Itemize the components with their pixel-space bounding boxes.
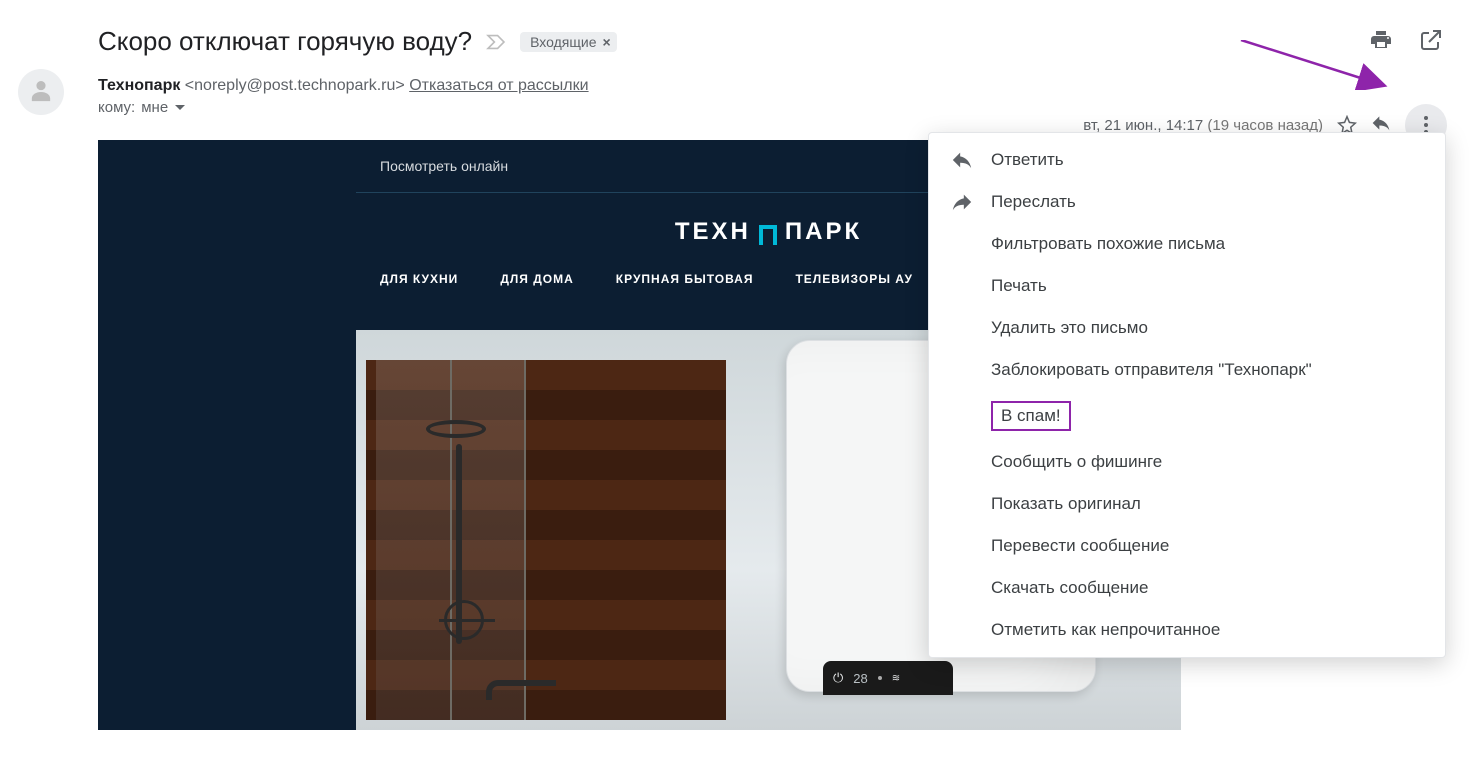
shower-valve-icon <box>444 600 484 640</box>
menu-original[interactable]: . Показать оригинал <box>929 483 1445 525</box>
menu-reply-label: Ответить <box>991 150 1064 170</box>
menu-mark-unread[interactable]: . Отметить как непрочитанное <box>929 609 1445 651</box>
subject-text: Скоро отключат горячую воду? <box>98 26 472 57</box>
menu-print-label: Печать <box>991 276 1047 296</box>
open-new-window-icon[interactable] <box>1419 28 1443 52</box>
glass-partition <box>376 360 526 720</box>
label-chip-text: Входящие <box>530 34 596 50</box>
heater-power-icon: ⏻ <box>833 670 843 686</box>
to-prefix: кому: <box>98 99 135 116</box>
message-actions-menu: Ответить Переслать . Фильтровать похожие… <box>928 132 1446 658</box>
wood-wall <box>366 360 726 720</box>
message-date-rel: (19 часов назад) <box>1207 117 1323 134</box>
person-icon <box>30 79 52 105</box>
subject-bar: Скоро отключат горячую воду? Входящие × <box>0 0 1471 67</box>
top-right-tools <box>1369 28 1443 52</box>
menu-translate-label: Перевести сообщение <box>991 536 1169 556</box>
to-value: мне <box>141 99 168 116</box>
menu-original-label: Показать оригинал <box>991 494 1141 514</box>
cat-home[interactable]: ДЛЯ ДОМА <box>500 272 573 317</box>
menu-download[interactable]: . Скачать сообщение <box>929 567 1445 609</box>
menu-delete-label: Удалить это письмо <box>991 318 1148 338</box>
sender-name: Технопарк <box>98 77 180 94</box>
unsubscribe-link[interactable]: Отказаться от рассылки <box>409 77 588 94</box>
chevron-down-icon <box>174 102 186 114</box>
menu-spam[interactable]: . В спам! <box>929 391 1445 441</box>
heater-temp: 28 <box>853 671 867 686</box>
brand-logo-o-icon <box>759 225 777 245</box>
menu-print[interactable]: . Печать <box>929 265 1445 307</box>
menu-delete[interactable]: . Удалить это письмо <box>929 307 1445 349</box>
menu-mark-unread-label: Отметить как непрочитанное <box>991 620 1220 640</box>
message-date-abs: вт, 21 июн., 14:17 <box>1083 117 1203 134</box>
important-marker-icon[interactable] <box>486 34 506 50</box>
menu-phishing[interactable]: . Сообщить о фишинге <box>929 441 1445 483</box>
shower-head-icon <box>426 420 486 438</box>
print-icon[interactable] <box>1369 28 1393 52</box>
cat-large[interactable]: КРУПНАЯ БЫТОВАЯ <box>616 272 754 317</box>
avatar[interactable] <box>18 69 64 115</box>
menu-forward-label: Переслать <box>991 192 1076 212</box>
menu-filter-label: Фильтровать похожие письма <box>991 234 1225 254</box>
menu-phishing-label: Сообщить о фишинге <box>991 452 1162 472</box>
sender-line1: Технопарк <noreply@post.technopark.ru> О… <box>98 77 1441 95</box>
menu-block[interactable]: . Заблокировать отправителя "Технопарк" <box>929 349 1445 391</box>
menu-reply[interactable]: Ответить <box>929 139 1445 181</box>
reply-icon <box>951 149 973 171</box>
label-chip-remove-icon[interactable]: × <box>603 34 611 50</box>
cat-tv[interactable]: ТЕЛЕВИЗОРЫ АУ <box>795 272 913 317</box>
menu-block-label: Заблокировать отправителя "Технопарк" <box>991 360 1312 380</box>
heater-mode-icon: ≋ <box>892 673 900 684</box>
heater-dot <box>878 676 882 680</box>
brand-text-right: ПАРК <box>785 218 862 246</box>
menu-spam-label: В спам! <box>1001 406 1061 425</box>
forward-icon <box>951 191 973 213</box>
message-date: вт, 21 июн., 14:17 (19 часов назад) <box>1083 117 1323 134</box>
menu-filter[interactable]: . Фильтровать похожие письма <box>929 223 1445 265</box>
menu-forward[interactable]: Переслать <box>929 181 1445 223</box>
heater-display: ⏻ 28 ≋ <box>823 661 953 695</box>
brand-text-left: ТЕХН <box>675 218 751 246</box>
shower-spout <box>486 680 556 700</box>
sender-address: <noreply@post.technopark.ru> <box>185 77 405 94</box>
menu-translate[interactable]: . Перевести сообщение <box>929 525 1445 567</box>
inbox-label-chip[interactable]: Входящие × <box>520 32 617 52</box>
menu-download-label: Скачать сообщение <box>991 578 1148 598</box>
cat-kitchen[interactable]: ДЛЯ КУХНИ <box>380 272 458 317</box>
